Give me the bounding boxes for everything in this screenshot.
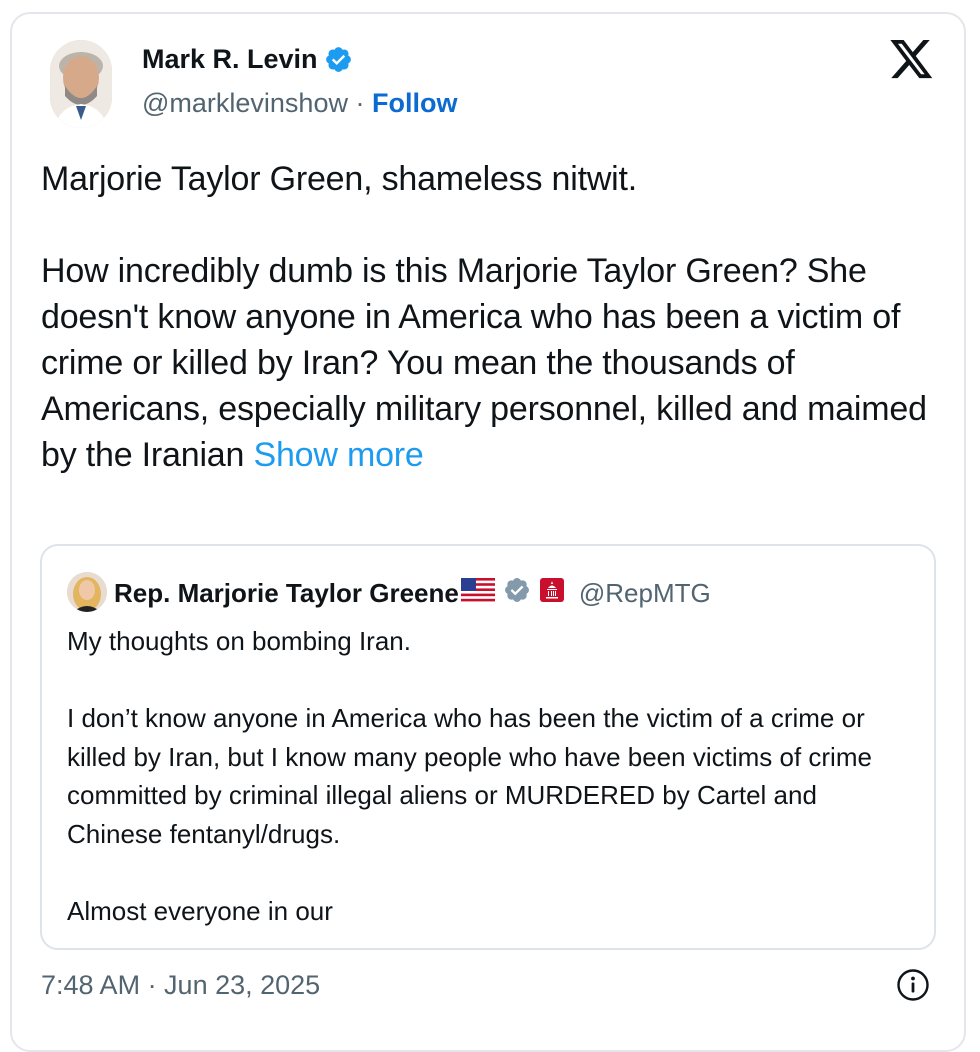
info-icon[interactable] <box>896 968 930 1002</box>
capitol-badge-icon <box>539 577 565 610</box>
author-avatar[interactable] <box>50 40 112 128</box>
quoted-body: My thoughts on bombing Iran. I don’t kno… <box>67 622 917 930</box>
separator-dot: · <box>355 88 365 118</box>
x-logo-icon[interactable] <box>890 40 934 80</box>
timestamp[interactable]: 7:48 AM · Jun 23, 2025 <box>41 970 320 1001</box>
follow-button[interactable]: Follow <box>372 88 457 118</box>
tweet-paragraph-text: How incredibly dumb is this Marjorie Tay… <box>41 252 927 474</box>
author-handle[interactable]: @marklevinshow <box>142 88 348 118</box>
quoted-paragraph: I don’t know anyone in America who has b… <box>67 703 872 849</box>
author-name[interactable]: Mark R. Levin <box>142 44 318 75</box>
quoted-paragraph: Almost everyone in our <box>67 895 333 926</box>
author-handle-row: @marklevinshow · Follow <box>142 88 457 119</box>
quoted-paragraph: My thoughts on bombing Iran. <box>67 626 411 656</box>
quoted-author-name: Rep. Marjorie Taylor Greene <box>114 578 459 608</box>
quoted-header: Rep. Marjorie Taylor Greene @RepMTG <box>114 576 711 611</box>
quoted-author-avatar[interactable] <box>67 572 107 612</box>
author-name-row[interactable]: Mark R. Levin <box>142 44 353 75</box>
tweet-body: Marjorie Taylor Green, shameless nitwit.… <box>41 156 941 478</box>
tweet-paragraph: How incredibly dumb is this Marjorie Tay… <box>41 248 941 478</box>
quoted-tweet-card[interactable]: Rep. Marjorie Taylor Greene @RepMTG My t… <box>40 544 936 950</box>
verified-badge-icon <box>324 45 353 74</box>
show-more-link[interactable]: Show more <box>253 436 423 474</box>
tweet-paragraph: Marjorie Taylor Green, shameless nitwit. <box>41 160 638 198</box>
verified-gray-badge-icon <box>503 576 531 611</box>
us-flag-icon <box>460 578 495 609</box>
quoted-author-handle: @RepMTG <box>578 578 711 608</box>
